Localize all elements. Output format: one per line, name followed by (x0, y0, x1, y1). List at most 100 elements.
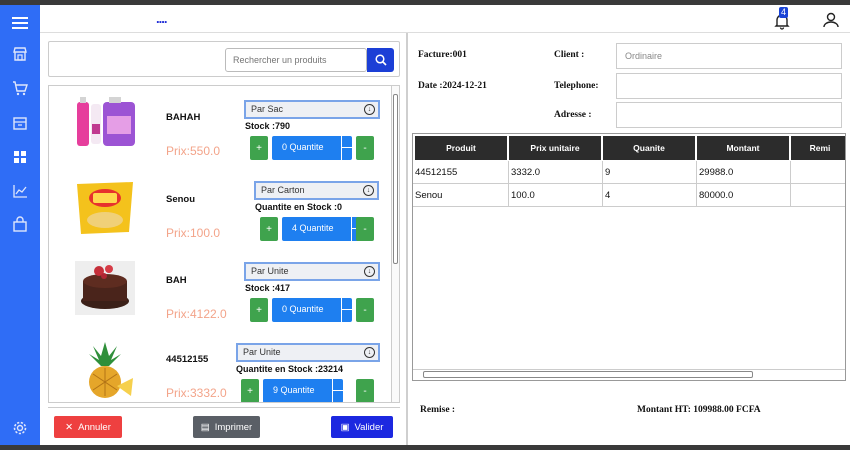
product-price: Prix:550.0 (166, 144, 221, 158)
product-name: BAH (166, 275, 187, 286)
table-cell: 100.0 (509, 184, 603, 207)
table-cell: 9 (603, 161, 697, 184)
product-stock: Quantite en Stock :23214 (236, 364, 344, 374)
table-horizontal-scrollbar[interactable] (413, 369, 845, 379)
chevron-down-icon: ↓ (363, 185, 374, 196)
product-list: BAHAH Prix:550.0 Par Sac ↓ Stock :790 + 0… (48, 85, 400, 403)
search-button[interactable] (367, 48, 394, 72)
taskbar (0, 445, 850, 450)
product-price: Prix:4122.0 (166, 307, 227, 321)
product-image-chips (77, 182, 133, 234)
product-list-scrollbar[interactable] (391, 86, 399, 402)
table-cell: 44512155 (413, 161, 509, 184)
unit-select-label: Par Carton (261, 185, 305, 195)
sidebar (0, 5, 40, 445)
unit-select[interactable]: Par Sac ↓ (244, 100, 380, 119)
quantity-value: 0 Quantite (282, 304, 324, 314)
column-header: Remi (791, 136, 845, 160)
decrement-button[interactable]: - (356, 379, 374, 402)
user-icon[interactable] (822, 11, 840, 29)
notification-badge: 4 (779, 7, 789, 18)
table-cell: 4 (603, 184, 697, 207)
product-name: Senou (166, 194, 196, 205)
print-label: Imprimer (214, 421, 253, 433)
product-stock: Stock :790 (245, 121, 291, 131)
column-header: Montant (697, 136, 791, 160)
chevron-down-icon: ↓ (364, 347, 375, 358)
store-icon[interactable] (0, 41, 40, 67)
close-icon: ✕ (65, 421, 74, 433)
phone-field[interactable] (616, 73, 842, 99)
product-item: BAH Prix:4122.0 Par Unite ↓ Stock :417 + … (49, 249, 389, 329)
decrement-button[interactable]: - (356, 298, 374, 322)
chevron-down-icon: ↓ (364, 266, 375, 277)
action-footer: ✕ Annuler ▤ Imprimer ▣ Valider (48, 407, 400, 441)
product-stock: Stock :417 (245, 283, 291, 293)
quantity-value: 0 Quantite (282, 142, 324, 152)
quantity-value: 4 Quantite (292, 223, 334, 233)
search-input[interactable] (225, 48, 367, 72)
print-button[interactable]: ▤ Imprimer (193, 416, 260, 438)
product-price: Prix:3332.0 (166, 386, 227, 400)
unit-select-label: Par Sac (251, 104, 284, 114)
increment-button[interactable]: + (250, 298, 268, 322)
unit-select[interactable]: Par Unite ↓ (244, 262, 380, 281)
bag-icon[interactable] (0, 211, 40, 237)
settings-icon[interactable] (0, 415, 40, 441)
table-cell: Senou (413, 184, 509, 207)
address-label: Adresse : (554, 110, 592, 120)
top-dots: .... (156, 11, 167, 26)
column-header: Quanite (603, 136, 697, 160)
product-item: BAHAH Prix:550.0 Par Sac ↓ Stock :790 + 0… (49, 86, 389, 166)
increment-button[interactable]: + (250, 136, 268, 160)
decrement-button[interactable]: - (356, 217, 374, 241)
product-name: BAHAH (166, 112, 201, 123)
print-icon: ▤ (200, 421, 210, 433)
product-name: 44512155 (166, 354, 209, 365)
product-item: 44512155 Prix:3332.0 Par Unite ↓ Quantite… (49, 330, 389, 402)
product-stock: Quantite en Stock :0 (255, 202, 343, 212)
cancel-button[interactable]: ✕ Annuler (54, 416, 122, 438)
search-box (48, 41, 400, 77)
product-image-bleach (77, 97, 135, 146)
quantity-stepper[interactable]: 0 Quantite (272, 298, 353, 322)
search-icon (374, 54, 387, 66)
address-field[interactable] (616, 102, 842, 128)
column-header: Prix unitaire (509, 136, 603, 160)
products-panel: BAHAH Prix:550.0 Par Sac ↓ Stock :790 + 0… (40, 33, 406, 445)
column-header: Produit (415, 136, 509, 160)
phone-label: Telephone: (554, 81, 599, 91)
client-field[interactable]: Ordinaire (616, 43, 842, 69)
scrollbar-thumb[interactable] (423, 371, 753, 378)
unit-select[interactable]: Par Carton ↓ (254, 181, 379, 200)
increment-button[interactable]: + (260, 217, 278, 241)
decrement-button[interactable]: - (356, 136, 374, 160)
unit-select-label: Par Unite (243, 347, 281, 357)
cancel-label: Annuler (78, 421, 111, 433)
scrollbar-thumb[interactable] (393, 94, 398, 264)
quantity-stepper[interactable]: 4 Quantite (282, 217, 363, 241)
quantity-value: 9 Quantite (273, 385, 315, 395)
total-amount: Montant HT: 109988.00 FCFA (637, 405, 761, 415)
invoice-table: Produit Prix unitaire Quanite Montant Re… (412, 133, 846, 381)
spin-control[interactable] (341, 136, 353, 160)
increment-button[interactable]: + (241, 379, 259, 402)
invoice-date: Date :2024-12-21 (418, 81, 487, 91)
table-cell: 3332.0 (509, 161, 603, 184)
product-image-cake (75, 261, 135, 315)
spin-control[interactable] (332, 379, 344, 402)
menu-icon[interactable] (0, 10, 40, 36)
chart-icon[interactable] (0, 178, 40, 204)
product-price: Prix:100.0 (166, 226, 221, 240)
quantity-stepper[interactable]: 9 Quantite (263, 379, 344, 402)
validate-button[interactable]: ▣ Valider (331, 416, 393, 438)
invoice-panel: Facture:001 Date :2024-12-21 Client : Or… (406, 33, 850, 445)
quantity-stepper[interactable]: 0 Quantite (272, 136, 353, 160)
cart-icon[interactable] (0, 75, 40, 101)
validate-label: Valider (354, 421, 384, 433)
box-icon[interactable] (0, 110, 40, 136)
unit-select[interactable]: Par Unite ↓ (236, 343, 380, 362)
dashboard-icon[interactable] (0, 144, 40, 170)
spin-control[interactable] (341, 298, 353, 322)
table-cell: 80000.0 (697, 184, 791, 207)
